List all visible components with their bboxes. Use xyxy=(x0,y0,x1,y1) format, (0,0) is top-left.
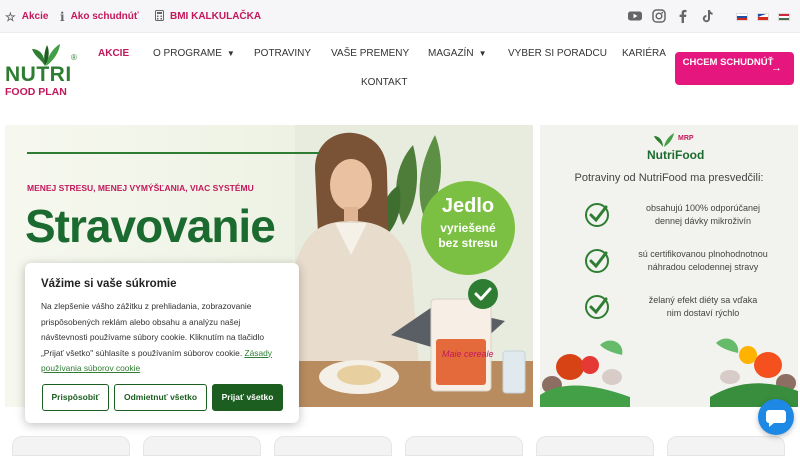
language-switcher xyxy=(736,13,790,21)
nav-item-magazin[interactable]: MAGAZÍN ▼ xyxy=(428,48,486,59)
category-tiles xyxy=(0,436,800,456)
calculator-icon xyxy=(155,9,164,24)
benefit-line: sú certifikovanou plnohodnotnou xyxy=(638,249,768,259)
topbar-link-akcie[interactable]: ☆ Akcie xyxy=(5,0,48,33)
nav-item-vyber-si-poradcu[interactable]: VYBER SI PORADCU xyxy=(508,48,607,59)
category-tile[interactable] xyxy=(667,436,785,456)
side-intro: Potraviny od NutriFood ma presvedčili: xyxy=(574,172,764,184)
category-tile[interactable] xyxy=(536,436,654,456)
hero-divider xyxy=(27,152,319,154)
benefit-line: nim dostaví rýchlo xyxy=(666,308,740,318)
category-tile[interactable] xyxy=(274,436,392,456)
social-links xyxy=(628,9,714,23)
cookie-title: Vážime si vaše súkromie xyxy=(41,278,177,290)
cookie-text: Na zlepšenie vášho zážitku z prehliadani… xyxy=(41,301,264,358)
category-tile[interactable] xyxy=(143,436,261,456)
checkmark-icon xyxy=(468,279,498,309)
facebook-icon[interactable] xyxy=(676,9,690,23)
flag-cz-icon[interactable] xyxy=(757,13,769,21)
topbar-link-bmi[interactable]: BMI KALKULAČKA xyxy=(155,0,261,33)
caret-down-icon: ▼ xyxy=(226,49,235,58)
customize-button[interactable]: Prispôsobiť xyxy=(42,384,109,411)
lose-weight-cta-button[interactable]: CHCEM SCHUDNÚŤ → xyxy=(675,52,794,85)
badge-line-2: vyriešené xyxy=(440,221,496,235)
instagram-icon[interactable] xyxy=(652,9,666,23)
reject-all-button[interactable]: Odmietnuť všetko xyxy=(114,384,207,411)
hero-title: Stravovanie xyxy=(25,200,276,252)
cookie-consent-dialog: Vážime si vaše súkromie Na zlepšenie váš… xyxy=(25,263,299,423)
nav-item-o-programe[interactable]: O PROGRAME ▼ xyxy=(153,48,235,59)
tiktok-icon[interactable] xyxy=(700,9,714,23)
nutrifood-logo: MRP NutriFood xyxy=(645,132,705,166)
topbar-link-label: Akcie xyxy=(21,11,49,22)
star-icon: ☆ xyxy=(5,9,16,24)
logo-registered: ® xyxy=(71,53,77,62)
cookie-body: Na zlepšenie vášho zážitku z prehliadani… xyxy=(41,299,281,377)
badge-line-3: bez stresu xyxy=(438,236,498,250)
badge-line-1: Jedlo xyxy=(441,195,495,217)
nav-item-akcie[interactable]: AKCIE xyxy=(98,48,129,59)
nav-item-label: O PROGRAME xyxy=(153,48,222,59)
nav-item-kontakt[interactable]: KONTAKT xyxy=(361,77,407,88)
top-bar: ☆ Akcie i Ako schudnúť BMI KALKULAČKA xyxy=(0,0,800,33)
arrow-right-icon: → xyxy=(771,62,782,74)
nav-item-kariera[interactable]: KARIÉRA xyxy=(622,48,666,59)
checkmark-icon xyxy=(585,295,609,319)
checkmark-icon xyxy=(585,203,609,227)
flag-sk-icon[interactable] xyxy=(736,13,748,21)
topbar-link-ako-schudnut[interactable]: i Ako schudnúť xyxy=(60,0,139,33)
youtube-icon[interactable] xyxy=(628,9,642,23)
benefit-line: dennej dávky mikroživín xyxy=(654,216,752,226)
hero-tagline: MENEJ STRESU, MENEJ VYMÝŠĽANIA, VIAC SYS… xyxy=(27,183,254,193)
hero-photo: Maie cereale xyxy=(295,125,533,407)
cta-label: CHCEM SCHUDNÚŤ xyxy=(682,57,774,68)
info-icon: i xyxy=(60,9,65,24)
flag-hu-icon[interactable] xyxy=(778,13,790,21)
chat-icon xyxy=(766,410,786,427)
accept-all-button[interactable]: Prijať všetko xyxy=(212,384,283,411)
category-tile[interactable] xyxy=(12,436,130,456)
hero-badge: Jedlo vyriešené bez stresu xyxy=(421,181,515,275)
nav-item-vase-premeny[interactable]: VAŠE PREMENY xyxy=(331,48,409,59)
leaf-icon xyxy=(654,133,674,147)
logo-word-nutri: NUTRI xyxy=(5,63,72,86)
nutri-food-plan-logo[interactable]: NUTRI ® FOOD PLAN xyxy=(5,43,83,101)
nav-item-potraviny[interactable]: POTRAVINY xyxy=(254,48,311,59)
benefit-line: želaný efekt diéty sa vďaka xyxy=(648,295,758,305)
benefit-line: obsahujú 100% odporúčanej xyxy=(645,203,761,213)
nav-item-label: MAGAZÍN xyxy=(428,48,474,59)
logo-word-food-plan: FOOD PLAN xyxy=(5,86,67,98)
topbar-link-label: BMI KALKULAČKA xyxy=(170,11,262,22)
category-tile[interactable] xyxy=(405,436,523,456)
pack-label: Maie cereale xyxy=(442,349,494,359)
main-header: NUTRI ® FOOD PLAN AKCIE O PROGRAME ▼ POTR… xyxy=(0,33,800,105)
topbar-link-label: Ako schudnúť xyxy=(70,11,139,22)
caret-down-icon: ▼ xyxy=(478,49,487,58)
vegetables-illustration xyxy=(540,338,798,407)
brand-nutrifood: NutriFood xyxy=(647,148,705,162)
brand-mrp: MRP xyxy=(678,135,694,142)
benefit-line: náhradou celodennej stravy xyxy=(647,262,759,272)
chat-button[interactable] xyxy=(758,399,794,435)
nutrifood-side-banner[interactable]: MRP NutriFood Potraviny od NutriFood ma … xyxy=(540,125,798,407)
checkmark-icon xyxy=(585,249,609,273)
